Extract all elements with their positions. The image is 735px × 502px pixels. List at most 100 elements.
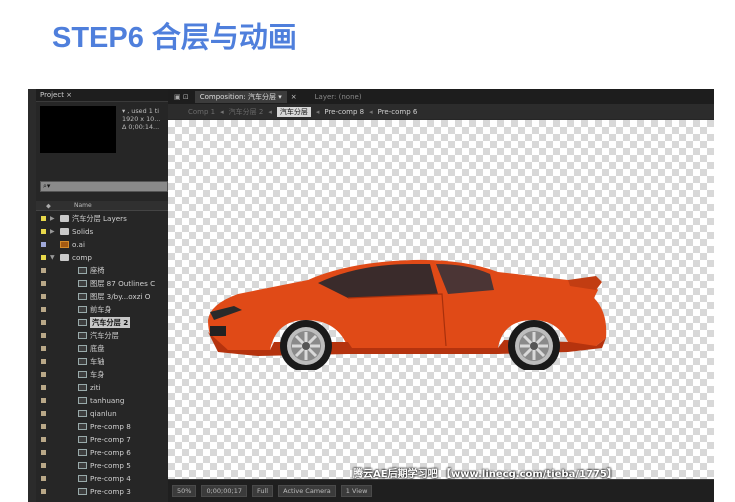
- label-color-swatch[interactable]: [41, 320, 46, 325]
- composition-panel: ▣ ⊡ Composition: 汽车分层 ▾ × Layer: (none) …: [168, 89, 714, 502]
- project-item[interactable]: Pre-comp 5: [36, 459, 184, 472]
- composition-icon: [78, 449, 87, 456]
- breadcrumb-item[interactable]: Pre-comp 6: [378, 108, 418, 116]
- project-item-label: Solids: [72, 227, 94, 236]
- breadcrumb-item[interactable]: 汽车分层: [276, 106, 311, 117]
- resolution-select[interactable]: Full: [251, 485, 274, 497]
- project-item-label: 车轴: [90, 357, 105, 366]
- project-item-label: 前车身: [90, 305, 112, 314]
- composition-icon: [78, 280, 87, 287]
- tab-composition[interactable]: Composition: 汽车分层 ▾: [194, 90, 287, 103]
- label-color-swatch[interactable]: [41, 268, 46, 273]
- close-icon[interactable]: ×: [291, 93, 297, 101]
- breadcrumb-separator-icon: ◂: [268, 107, 272, 116]
- composition-viewer[interactable]: 腾云AE后期学习吧 【www.linecg.com/tieba/1775】: [168, 120, 714, 480]
- label-color-swatch[interactable]: [41, 281, 46, 286]
- folder-icon: [60, 215, 69, 222]
- project-item[interactable]: 汽车分层: [36, 329, 184, 342]
- folder-icon: [60, 254, 69, 261]
- composition-icon: [78, 319, 87, 326]
- label-color-swatch[interactable]: [41, 476, 46, 481]
- project-item[interactable]: 底盘: [36, 342, 184, 355]
- project-item-label: o.ai: [72, 240, 85, 249]
- project-item[interactable]: 车轴: [36, 355, 184, 368]
- project-item-label: Pre-comp 8: [90, 422, 131, 431]
- label-color-swatch[interactable]: [41, 255, 46, 260]
- column-name[interactable]: Name: [74, 201, 92, 211]
- label-color-swatch[interactable]: [41, 242, 46, 247]
- composition-icon: [78, 475, 87, 482]
- breadcrumb-item[interactable]: Pre-comp 8: [324, 108, 364, 116]
- breadcrumb-separator-icon: ◂: [369, 107, 373, 116]
- project-item-label: 图层 3/by...oxzi O: [90, 292, 151, 301]
- timecode-field[interactable]: 0;00;00;17: [201, 485, 247, 497]
- composition-icon: [78, 436, 87, 443]
- twirl-open-icon[interactable]: ▼: [50, 251, 55, 264]
- project-item-label: Pre-comp 7: [90, 435, 131, 444]
- label-color-swatch[interactable]: [41, 385, 46, 390]
- composition-tab-bar: ▣ ⊡ Composition: 汽车分层 ▾ × Layer: (none): [168, 89, 714, 104]
- twirl-closed-icon[interactable]: ▶: [50, 212, 55, 225]
- label-color-swatch[interactable]: [41, 307, 46, 312]
- label-color-swatch[interactable]: [41, 411, 46, 416]
- composition-icon: [78, 267, 87, 274]
- zoom-select[interactable]: 50%: [172, 485, 197, 497]
- label-color-swatch[interactable]: [41, 489, 46, 494]
- composition-icon: [78, 423, 87, 430]
- breadcrumb-separator-icon: ◂: [220, 107, 224, 116]
- project-item[interactable]: Pre-comp 6: [36, 446, 184, 459]
- breadcrumb-item[interactable]: Comp 1: [188, 108, 215, 116]
- project-item[interactable]: 图层 87 Outlines C: [36, 277, 184, 290]
- composition-icon: [78, 293, 87, 300]
- project-item[interactable]: ziti: [36, 381, 184, 394]
- label-color-swatch[interactable]: [41, 294, 46, 299]
- project-item-label: 汽车分层 2: [90, 317, 131, 328]
- label-tag-icon[interactable]: ⬥: [46, 201, 51, 211]
- tab-layer[interactable]: Layer: (none): [315, 93, 362, 101]
- project-item[interactable]: Pre-comp 3: [36, 485, 184, 498]
- composition-icon: [78, 462, 87, 469]
- project-item[interactable]: 前车身: [36, 303, 184, 316]
- after-effects-window: Project × ▾≡ ▾ , used 1 ti 1920 x 10... …: [28, 89, 714, 502]
- project-item-label: tanhuang: [90, 396, 125, 405]
- sports-car-artwork: [208, 259, 607, 370]
- label-color-swatch[interactable]: [41, 398, 46, 403]
- composition-icon: [78, 410, 87, 417]
- label-color-swatch[interactable]: [41, 229, 46, 234]
- label-color-swatch[interactable]: [41, 216, 46, 221]
- label-color-swatch[interactable]: [41, 372, 46, 377]
- project-item[interactable]: Pre-comp 8: [36, 420, 184, 433]
- project-item-label: ziti: [90, 383, 101, 392]
- label-color-swatch[interactable]: [41, 346, 46, 351]
- project-search-input[interactable]: ⌕▾: [40, 181, 168, 192]
- label-color-swatch[interactable]: [41, 424, 46, 429]
- label-color-swatch[interactable]: [41, 333, 46, 338]
- label-color-swatch[interactable]: [41, 437, 46, 442]
- composition-icon: [78, 332, 87, 339]
- project-item[interactable]: 图层 3/by...oxzi O: [36, 290, 184, 303]
- project-item[interactable]: ▶ 汽车分层 Layers: [36, 212, 184, 225]
- project-item[interactable]: 车身: [36, 368, 184, 381]
- label-color-swatch[interactable]: [41, 463, 46, 468]
- twirl-closed-icon[interactable]: ▶: [50, 225, 55, 238]
- chevron-down-icon[interactable]: ▾: [278, 93, 282, 101]
- project-item[interactable]: 汽车分层 2: [36, 316, 184, 329]
- project-item[interactable]: qianlun: [36, 407, 184, 420]
- project-item[interactable]: Pre-comp 7: [36, 433, 184, 446]
- project-item-label: 车身: [90, 370, 105, 379]
- project-item[interactable]: 座椅: [36, 264, 184, 277]
- project-item[interactable]: o.ai: [36, 238, 184, 251]
- project-item[interactable]: ▼ comp: [36, 251, 184, 264]
- project-item[interactable]: tanhuang: [36, 394, 184, 407]
- view-layout-select[interactable]: 1 View: [340, 485, 373, 497]
- label-color-swatch[interactable]: [41, 450, 46, 455]
- project-item[interactable]: ▶ Solids: [36, 225, 184, 238]
- camera-select[interactable]: Active Camera: [278, 485, 336, 497]
- project-tab[interactable]: Project ×: [40, 91, 72, 99]
- project-item-label: Pre-comp 4: [90, 474, 131, 483]
- project-item[interactable]: Pre-comp 4: [36, 472, 184, 485]
- lock-icon[interactable]: ▣ ⊡: [174, 93, 189, 101]
- breadcrumb-item[interactable]: 汽车分层 2: [229, 107, 264, 117]
- project-item-label: 图层 87 Outlines C: [90, 279, 156, 288]
- label-color-swatch[interactable]: [41, 359, 46, 364]
